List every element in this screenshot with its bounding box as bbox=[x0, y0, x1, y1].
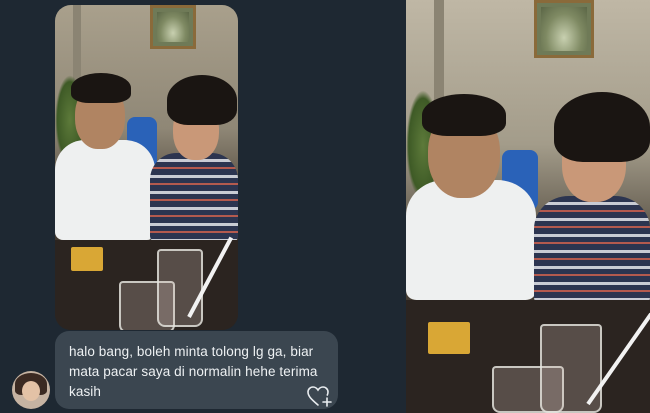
heart-plus-icon[interactable] bbox=[307, 385, 333, 409]
woman-hair bbox=[167, 75, 237, 125]
message-row: halo bang, boleh minta tolong lg ga, bia… bbox=[12, 331, 338, 409]
glass-right bbox=[157, 249, 203, 327]
sender-avatar[interactable] bbox=[12, 371, 50, 409]
shared-photo[interactable] bbox=[55, 5, 238, 330]
woman-shirt bbox=[534, 196, 650, 306]
edited-photo bbox=[406, 0, 650, 413]
man-shirt bbox=[55, 140, 155, 240]
message-text: halo bang, boleh minta tolong lg ga, bia… bbox=[69, 344, 318, 399]
chat-panel: halo bang, boleh minta tolong lg ga, bia… bbox=[0, 0, 406, 413]
snack-box bbox=[71, 247, 103, 271]
man-hair bbox=[71, 73, 131, 103]
man-hair bbox=[422, 94, 506, 136]
snack-box bbox=[428, 322, 470, 354]
woman-hair bbox=[554, 92, 650, 162]
message-bubble: halo bang, boleh minta tolong lg ga, bia… bbox=[55, 331, 338, 409]
man-shirt bbox=[406, 180, 536, 300]
wall-picture bbox=[150, 5, 196, 49]
wall-picture bbox=[534, 0, 594, 58]
woman-shirt bbox=[150, 153, 238, 243]
